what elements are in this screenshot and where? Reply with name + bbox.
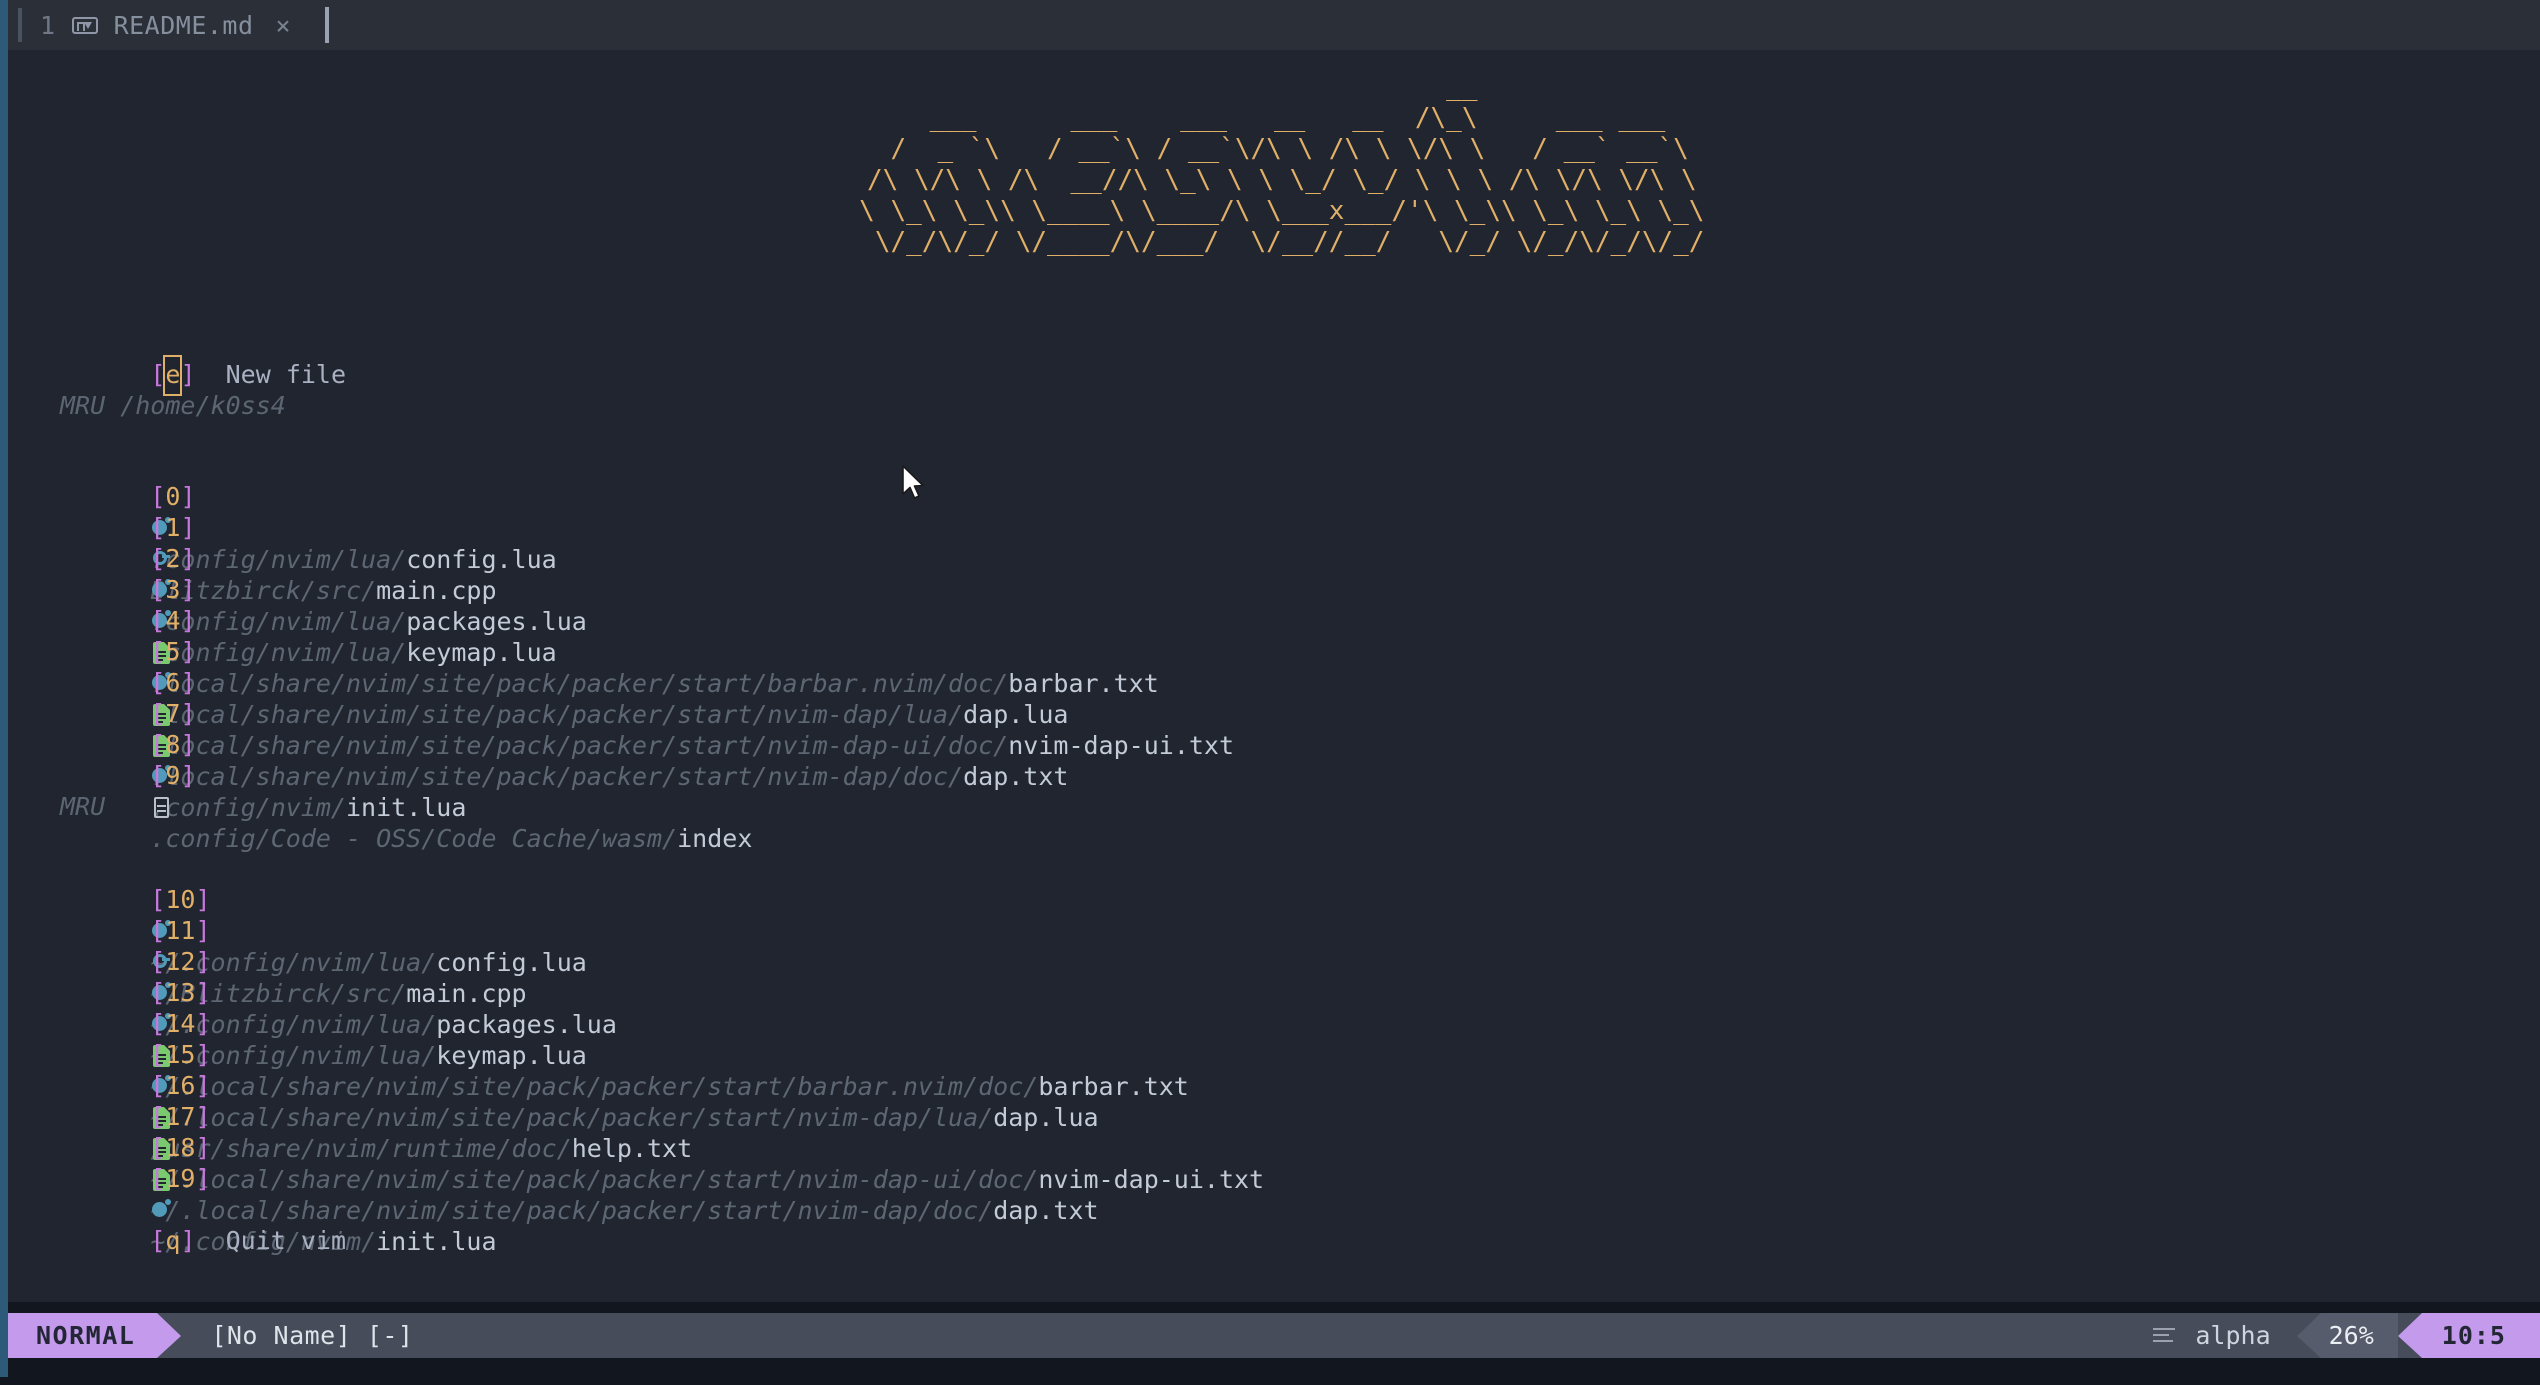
item-dir: .config/Code - OSS/Code Cache/wasm/ [150,824,678,853]
status-mode-badge: NORMAL [8,1313,158,1358]
section-heading-mru-home: MRU /home/k0ss4 [60,391,286,420]
item-key: 19 [165,1164,196,1193]
item-file: dap.txt [993,1196,1099,1225]
window-left-border [0,0,8,1385]
status-location-arrow [2397,1313,2422,1358]
plain-doc-icon [150,792,180,823]
tabline-caret [325,7,330,43]
tab-left-separator [18,8,22,42]
statusline: NORMAL [No Name] [-] alpha 26% 10:5 [8,1313,2540,1358]
status-filetype-label: alpha [2195,1321,2271,1350]
item-file: init.lua [376,1227,497,1256]
bracket-open: [ [150,360,166,389]
status-filename: [No Name] [-] [211,1321,414,1350]
quit-shortcut-key: q [165,1226,181,1255]
alpha-dashboard: __ ___ ___ ___ __ __ /\_\ ___ ___ / _ `\… [8,50,2540,1302]
tab-index-label: 1 [40,10,56,40]
bracket-open: [ [150,1226,166,1255]
tab-filename-label: README.md [113,10,254,40]
tab-readme-md[interactable]: 1 README.md × [8,0,310,50]
bracket-close: ] [180,360,196,389]
status-spacer [413,1313,2153,1358]
close-icon[interactable]: × [276,11,292,40]
status-progress-arrow [2296,1313,2321,1358]
new-file-label [196,360,226,389]
section-heading-mru: MRU [60,792,106,821]
ascii-art-header: __ ___ ___ ___ __ __ /\_\ ___ ___ / _ `\… [859,72,1705,257]
new-file-label-text: New file [225,360,347,389]
quit-vim-button[interactable]: [q] Quit vim [60,1194,346,1287]
new-file-shortcut-key: e [165,357,180,394]
neovim-window: 1 README.md × __ ___ ___ ___ __ __ /\_\ … [0,0,2540,1385]
status-progress-percent: 26% [2320,1313,2398,1358]
item-file: dap.txt [963,762,1069,791]
tabline: 1 README.md × [8,0,2540,50]
quit-label-text: Quit vim [225,1226,347,1255]
lines-icon [2153,1326,2177,1346]
status-mode-arrow [157,1313,182,1358]
status-cursor-location: 10:5 [2421,1313,2540,1358]
markdown-icon [71,16,98,34]
mouse-pointer-icon [902,465,924,499]
bracket-close: ] [180,1226,196,1255]
item-key: 9 [165,761,181,790]
item-file: index [677,824,753,853]
status-filetype-group: alpha [2153,1313,2296,1358]
window-bottom-border [0,1377,2540,1385]
